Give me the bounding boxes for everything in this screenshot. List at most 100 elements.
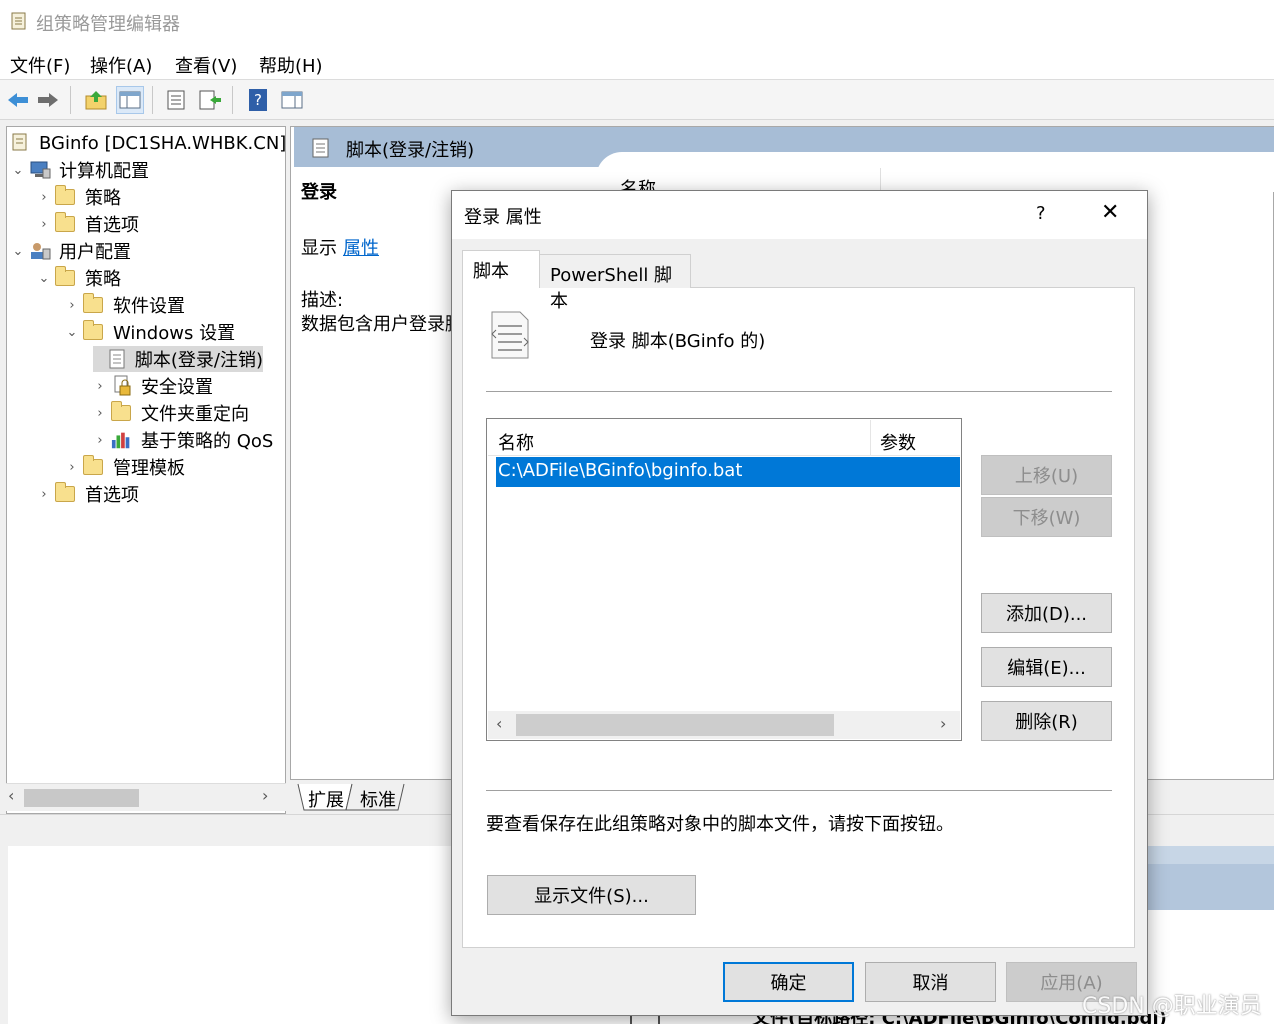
chevron-right-icon[interactable]: › [37,487,51,502]
computer-config-icon [29,160,51,180]
script-document-icon [488,310,532,365]
folder-icon [111,401,131,421]
tree-item-label: 策略 [85,188,121,209]
ok-button[interactable]: 确定 [723,962,854,1002]
show-label: 显示 [301,238,337,259]
delete-button[interactable]: 删除(R) [981,701,1112,741]
chevron-down-icon[interactable]: ⌄ [11,244,25,259]
column-separator[interactable] [870,420,871,456]
view-icon[interactable] [278,86,306,114]
qos-chart-icon [111,430,133,450]
tree-item[interactable]: › 文件夹重定向 [93,400,249,426]
tab-standard[interactable]: 标准 [356,784,400,812]
chevron-right-icon[interactable]: › [37,190,51,205]
tree-item-label: 基于策略的 QoS [141,431,274,452]
tree-item-label: 安全设置 [141,377,213,398]
gpo-editor-window: 组策略管理编辑器 文件(F) 操作(A) 查看(V) 帮助(H) ? BGinf… [0,0,1274,1024]
column-params-header[interactable]: 参数 [880,429,916,455]
tree-item[interactable]: › 首选项 [37,211,139,237]
toolbar-separator [232,86,233,114]
edit-button[interactable]: 编辑(E)... [981,647,1112,687]
tree-item[interactable]: › 基于策略的 QoS [93,427,273,453]
tree-root[interactable]: BGinfo [DC1SHA.WHBK.CN] 策 [9,129,286,155]
chevron-right-icon[interactable]: › [65,298,79,313]
section-title: 登录 [301,182,337,203]
dialog-title: 登录 属性 [464,207,542,228]
cancel-button[interactable]: 取消 [865,962,996,1002]
tree-root-label: BGinfo [DC1SHA.WHBK.CN] 策 [39,133,286,154]
folder-icon [83,293,103,313]
scroll-left-arrow[interactable]: ‹ [496,714,502,733]
tree-item[interactable]: › 首选项 [37,481,139,507]
show-files-hint: 要查看保存在此组策略对象中的脚本文件，请按下面按钮。 [486,814,954,835]
move-up-button[interactable]: 上移(U) [981,455,1112,495]
back-arrow-icon[interactable] [4,86,32,114]
tab-extended[interactable]: 扩展 [304,784,348,812]
scroll-right-arrow[interactable]: › [262,786,268,805]
folder-icon [83,320,103,340]
menu-action[interactable]: 操作(A) [90,52,152,78]
chevron-down-icon[interactable]: ⌄ [37,271,51,286]
security-icon [111,375,133,396]
tree-item[interactable]: ⌄ 策略 [37,265,121,291]
chevron-right-icon[interactable]: › [65,460,79,475]
scroll-right-arrow[interactable]: › [940,714,946,733]
tree-item-label: 管理模板 [113,458,185,479]
scroll-left-arrow[interactable]: ‹ [8,786,14,805]
forward-arrow-icon[interactable] [34,86,62,114]
chevron-right-icon[interactable]: › [37,217,51,232]
dialog-help-button[interactable]: ? [1036,203,1046,224]
folder-icon [55,482,75,502]
description-label: 描述: [301,290,344,311]
script-row-selected[interactable]: C:\ADFile\BGinfo\bginfo.bat [496,457,960,487]
folder-icon [55,266,75,286]
tree-item[interactable]: ⌄ 用户配置 [11,238,131,264]
move-down-button[interactable]: 下移(W) [981,497,1112,537]
tree-item[interactable]: › 管理模板 [65,454,185,480]
tree-item[interactable]: › 安全设置 [93,373,213,399]
chevron-right-icon[interactable]: › [93,406,107,421]
svg-text:?: ? [254,91,262,109]
script-icon [310,137,332,164]
tab-scripts[interactable]: 脚本 [462,250,540,288]
tree-horizontal-scrollbar[interactable]: ‹ › [6,783,286,811]
menu-help[interactable]: 帮助(H) [259,52,323,78]
menu-view[interactable]: 查看(V) [175,52,237,78]
tree-item[interactable]: ⌄ 计算机配置 [11,157,149,183]
tree-item[interactable]: ⌄ Windows 设置 [65,319,235,345]
up-folder-icon[interactable] [82,86,110,114]
add-button[interactable]: 添加(D)... [981,593,1112,633]
toolbar [0,80,1274,120]
script-row-name: C:\ADFile\BGinfo\bginfo.bat [498,460,743,481]
tab-powershell-scripts[interactable]: PowerShell 脚本 [539,254,691,312]
export-list-icon[interactable] [196,86,224,114]
chevron-right-icon[interactable]: › [93,433,107,448]
user-config-icon [29,241,51,261]
title-bar [0,0,1274,44]
watermark: CSDN @职业演员 [1082,994,1262,1019]
gpo-editor-app-icon [10,11,28,31]
chevron-down-icon[interactable]: ⌄ [65,325,79,340]
column-name-header[interactable]: 名称 [498,429,534,455]
properties-link[interactable]: 属性 [343,234,379,260]
scrollbar-thumb[interactable] [516,714,834,736]
divider [486,391,1112,392]
close-icon[interactable]: ✕ [1101,200,1119,225]
script-icon [107,349,127,369]
properties-icon[interactable] [162,86,190,114]
toolbar-separator [152,86,153,114]
show-hide-tree-icon[interactable] [116,86,144,114]
show-files-button[interactable]: 显示文件(S)... [487,875,696,915]
description-text: 数据包含用户登录脚 [301,314,451,335]
chevron-down-icon[interactable]: ⌄ [11,163,25,178]
help-icon[interactable]: ? [244,86,272,114]
tree-item[interactable]: › 策略 [37,184,121,210]
tree-item[interactable]: › 软件设置 [65,292,185,318]
chevron-right-icon[interactable]: › [93,379,107,394]
scrollbar-thumb[interactable] [24,789,139,807]
tree-item-label: Windows 设置 [113,323,236,344]
menu-file[interactable]: 文件(F) [10,52,70,78]
tree-item[interactable]: 脚本(登录/注销) [93,346,263,372]
scripts-list-scrollbar[interactable]: ‹ › [488,711,960,739]
details-header-title: 脚本(登录/注销) [346,140,475,161]
